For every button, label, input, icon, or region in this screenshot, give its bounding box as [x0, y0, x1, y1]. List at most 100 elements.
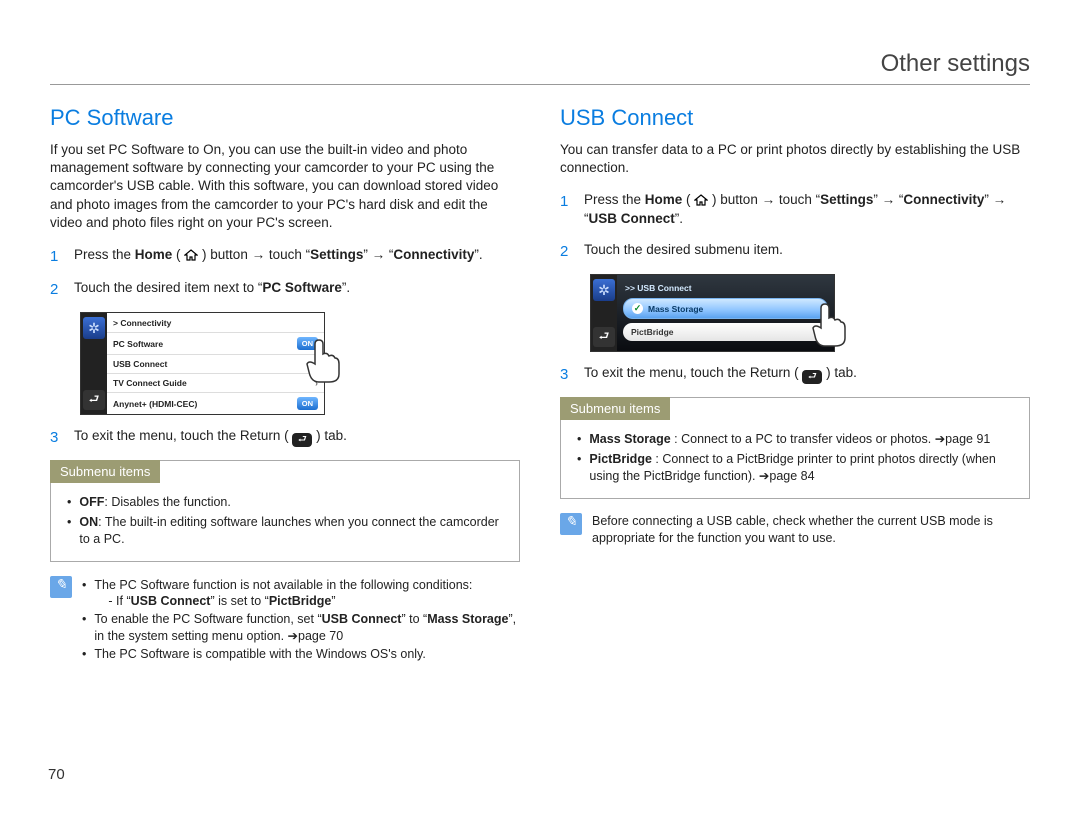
home-icon: [184, 246, 198, 265]
mass-storage-label: Mass Storage: [589, 432, 670, 446]
off-label: OFF: [79, 495, 104, 509]
pc-step-3: 3 To exit the menu, touch the Return ( ⮐…: [50, 427, 520, 448]
settings-label: Settings: [820, 192, 873, 207]
text: ” → “: [873, 192, 903, 207]
bullet-icon: •: [82, 611, 86, 645]
usb-step-1: 1 Press the Home ( ) button → touch “Set…: [560, 191, 1030, 229]
usb-connect-label: USB Connect: [322, 612, 402, 626]
note-block-usb: ✎ Before connecting a USB cable, check w…: [560, 513, 1030, 547]
bullet-icon: •: [82, 646, 86, 663]
mass-storage-label: Mass Storage: [427, 612, 508, 626]
usb-step-3: 3 To exit the menu, touch the Return ( ⮐…: [560, 364, 1030, 385]
submenu-box-usb: Submenu items • Mass Storage : Connect to…: [560, 397, 1030, 499]
step-number: 2: [50, 279, 64, 300]
left-column: PC Software If you set PC Software to On…: [50, 105, 520, 664]
note-icon: ✎: [50, 576, 72, 598]
text: The PC Software function is not availabl…: [94, 578, 472, 592]
home-icon: [694, 191, 708, 210]
text: : Connect to a PC to transfer videos or …: [671, 432, 991, 446]
text: Touch the desired item next to “: [74, 280, 262, 295]
text: - If “: [108, 594, 130, 608]
text: ) tab.: [312, 428, 347, 443]
text: ”.: [675, 211, 683, 226]
return-icon: ⮐: [292, 433, 312, 447]
page-number: 70: [48, 766, 65, 783]
note-text: Before connecting a USB cable, check whe…: [592, 513, 1030, 547]
menu-option-pictbridge: PictBridge: [623, 323, 828, 341]
pc-software-intro: If you set PC Software to On, you can us…: [50, 141, 520, 232]
pictbridge-label: PictBridge: [589, 452, 652, 466]
step-number: 1: [560, 191, 574, 229]
usb-connect-label: USB Connect: [131, 594, 211, 608]
connectivity-label: Connectivity: [903, 192, 984, 207]
option-label: Mass Storage: [648, 304, 703, 314]
text: ”.: [342, 280, 350, 295]
step-number: 3: [50, 427, 64, 448]
page-header: Other settings: [50, 50, 1030, 85]
submenu-tab: Submenu items: [560, 397, 670, 420]
touch-hand-icon: [299, 334, 347, 389]
check-icon: ✓: [632, 303, 643, 314]
submenu-box-pc: Submenu items • OFF: Disables the functio…: [50, 460, 520, 562]
on-label: ON: [79, 515, 98, 529]
pc-software-label: PC Software: [262, 280, 342, 295]
usb-connect-label: USB Connect: [589, 211, 675, 226]
back-icon: ⮐: [83, 390, 105, 410]
text: : Disables the function.: [104, 495, 230, 509]
usb-connect-menu-screenshot: ✲ ⮐ >> USB Connect ✓ Mass Storage PictBr…: [590, 274, 835, 352]
row-label: PC Software: [113, 339, 163, 349]
text: To enable the PC Software function, set …: [94, 612, 321, 626]
note-block-pc: ✎ • The PC Software function is not avai…: [50, 576, 520, 664]
bullet-icon: •: [577, 431, 581, 449]
globe-icon: ✲: [83, 317, 105, 339]
connectivity-label: Connectivity: [393, 247, 474, 262]
section-title-usb-connect: USB Connect: [560, 105, 1030, 131]
menu-row-pc-software: PC Software ON: [107, 332, 324, 354]
home-label: Home: [645, 192, 683, 207]
menu-row-tv-connect: TV Connect Guide ›: [107, 373, 324, 392]
usb-connect-intro: You can transfer data to a PC or print p…: [560, 141, 1030, 177]
on-badge: ON: [297, 397, 318, 410]
step-number: 2: [560, 241, 574, 262]
row-label: TV Connect Guide: [113, 378, 187, 388]
text: : The built-in editing software launches…: [79, 515, 498, 547]
section-title-pc-software: PC Software: [50, 105, 520, 131]
return-icon: ⮐: [802, 370, 822, 384]
text: (: [172, 247, 184, 262]
menu-breadcrumb: > Connectivity: [107, 313, 324, 332]
settings-label: Settings: [310, 247, 363, 262]
text: ”.: [474, 247, 482, 262]
text: ) button → touch “: [198, 247, 310, 262]
pc-step-1: 1 Press the Home ( ) button → touch “Set…: [50, 246, 520, 267]
pc-step-2: 2 Touch the desired item next to “PC Sof…: [50, 279, 520, 300]
menu-option-mass-storage-selected: ✓ Mass Storage: [623, 298, 828, 319]
text: ” → “: [363, 247, 393, 262]
submenu-tab: Submenu items: [50, 460, 160, 483]
text: The PC Software is compatible with the W…: [94, 646, 425, 663]
step-number: 3: [560, 364, 574, 385]
step-number: 1: [50, 246, 64, 267]
touch-hand-icon: [805, 298, 853, 353]
text: ) tab.: [822, 365, 857, 380]
text: ) button → touch “: [708, 192, 820, 207]
header-title: Other settings: [881, 50, 1030, 77]
text: (: [682, 192, 694, 207]
text: Press the: [74, 247, 135, 262]
row-label: Anynet+ (HDMI-CEC): [113, 399, 197, 409]
connectivity-menu-screenshot: ✲ ⮐ > Connectivity PC Software ON USB Co…: [80, 312, 325, 415]
right-column: USB Connect You can transfer data to a P…: [560, 105, 1030, 664]
text: To exit the menu, touch the Return (: [584, 365, 802, 380]
back-icon: ⮐: [593, 327, 615, 347]
text: Touch the desired submenu item.: [584, 241, 783, 262]
menu-row-anynet: Anynet+ (HDMI-CEC) ON: [107, 392, 324, 414]
bullet-icon: •: [577, 451, 581, 486]
text: ”: [331, 594, 335, 608]
home-label: Home: [135, 247, 173, 262]
bullet-icon: •: [67, 494, 71, 512]
bullet-icon: •: [82, 577, 86, 611]
bullet-icon: •: [67, 514, 71, 549]
usb-step-2: 2 Touch the desired submenu item.: [560, 241, 1030, 262]
note-icon: ✎: [560, 513, 582, 535]
row-label: USB Connect: [113, 359, 167, 369]
menu-row-usb-connect: USB Connect: [107, 354, 324, 373]
